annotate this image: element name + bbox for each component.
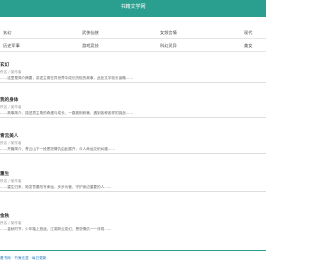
book-author: 佚名 / 某作者	[0, 220, 22, 225]
nav-item-yanqing[interactable]: 女频言情	[160, 30, 177, 35]
book-description: ……重生归来，她发誓要改写命运，步步为营，守护身边重要的人……	[0, 184, 112, 189]
nav-item-lishi[interactable]: 历史军事	[3, 43, 20, 48]
book-item[interactable]: 我的身体 佚名 / 某作者 ……故事简介，描述男主角的奇遇与成长，一路披荆斩棘，…	[0, 98, 266, 119]
book-description: ……金秋时节，少年踏上旅途，江湖风云变幻，恩怨情仇一一浮现……	[0, 226, 112, 231]
book-title[interactable]: 金秋	[0, 214, 266, 220]
nav-item-xiandai[interactable]: 现代	[244, 30, 252, 35]
nav-item-xuanhuan[interactable]: 玄幻	[3, 30, 11, 35]
nav-item-wuxia[interactable]: 武侠仙侠	[82, 30, 99, 35]
book-author: 佚名 / 某作者	[0, 104, 22, 109]
book-item[interactable]: 重生 佚名 / 某作者 ……重生归来，她发誓要改写命运，步步为营，守护身边重要的…	[0, 172, 266, 193]
book-divider	[0, 82, 266, 84]
footer-divider	[0, 250, 266, 251]
book-title[interactable]: 重生	[0, 172, 266, 178]
book-description: ……这里是简介摘要，讲述主角在异世界中成长历险的故事，此处文字较长省略……	[0, 75, 133, 80]
book-item[interactable]: 金秋 佚名 / 某作者 ……金秋时节，少年踏上旅途，江湖风云变幻，恩怨情仇一一浮…	[0, 214, 266, 231]
nav-divider	[0, 38, 266, 39]
nav-item-youxi[interactable]: 游戏竞技	[82, 43, 99, 48]
book-divider	[0, 153, 266, 155]
book-divider	[0, 117, 266, 119]
book-author: 佚名 / 某作者	[0, 178, 22, 183]
site-title: 书籍文学网	[120, 4, 146, 10]
nav-row-2: 历史军事 游戏竞技 科幻灵异 美女	[0, 40, 266, 52]
book-description: ……故事简介，描述男主角的奇遇与成长，一路披荆斩棘，遇到各种各样的挑战……	[0, 110, 133, 115]
book-item[interactable]: 玄幻 佚名 / 某作者 ……这里是简介摘要，讲述主角在异世界中成长历险的故事，此…	[0, 63, 266, 84]
category-nav: 玄幻 武侠仙侠 女频言情 现代 历史军事 游戏竞技 科幻灵异 美女	[0, 27, 266, 53]
nav-row-1: 玄幻 武侠仙侠 女频言情 现代	[0, 27, 266, 39]
book-divider	[0, 191, 266, 193]
nav-item-meinv[interactable]: 美女	[244, 43, 252, 48]
book-title[interactable]: 青云美人	[0, 134, 266, 140]
book-author: 佚名 / 某作者	[0, 69, 22, 74]
top-bar: 书籍文学网	[0, 0, 266, 17]
book-item[interactable]: 青云美人 佚名 / 某作者 ……开篇简介，青云山下一段恩怨情仇由此展开，众人命运…	[0, 134, 266, 155]
book-description: ……开篇简介，青云山下一段恩怨情仇由此展开，众人命运交织纠缠……	[0, 146, 115, 151]
footer-link[interactable]: 看书网 · 书海无涯 · 每日更新	[0, 256, 46, 261]
book-author: 佚名 / 某作者	[0, 140, 22, 145]
book-title[interactable]: 玄幻	[0, 63, 266, 69]
nav-divider	[0, 51, 266, 52]
nav-item-kehuan[interactable]: 科幻灵异	[160, 43, 177, 48]
book-title[interactable]: 我的身体	[0, 98, 266, 104]
